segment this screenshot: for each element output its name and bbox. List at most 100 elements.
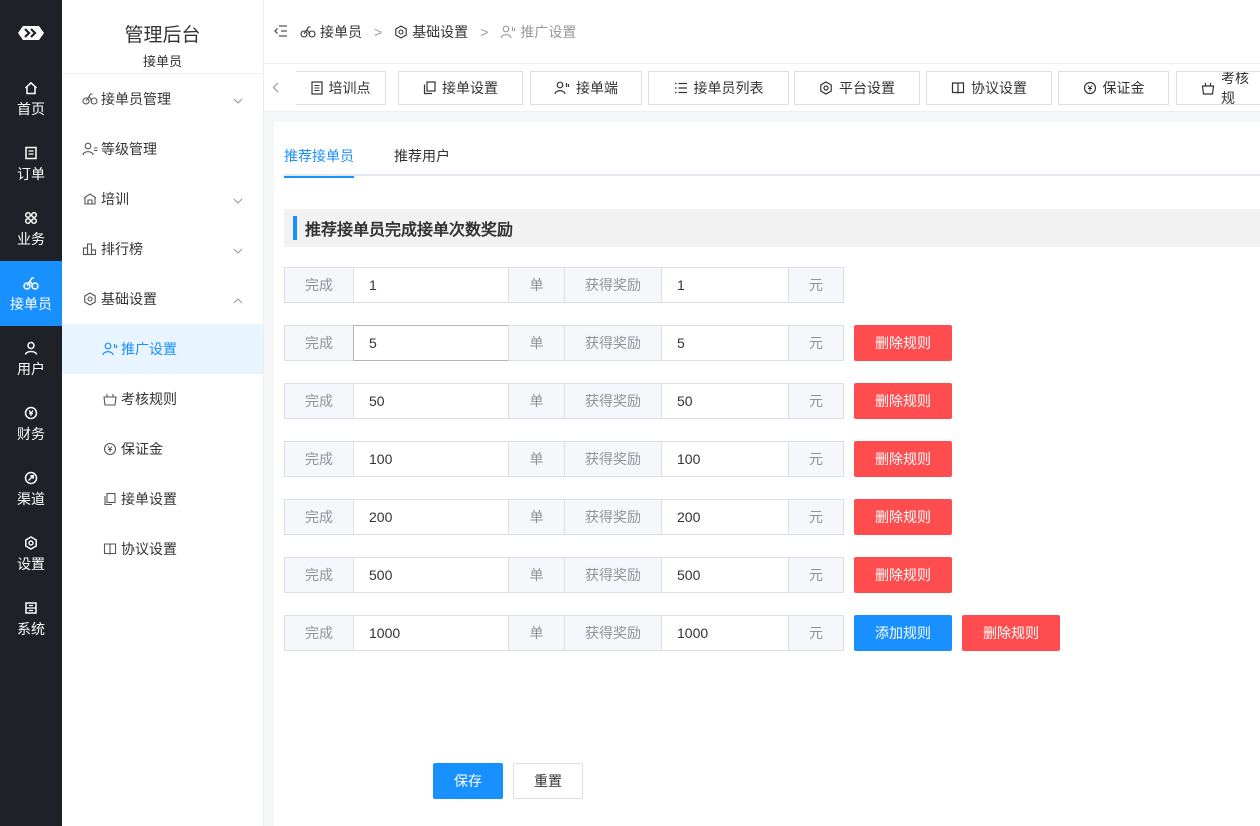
reward-input[interactable]: 1 (661, 267, 789, 303)
tag-agreement-settings[interactable]: 协议设置 (926, 71, 1052, 105)
breadcrumb-separator: > (480, 24, 489, 40)
rail-item-label: 首页 (17, 100, 45, 117)
tag-order-settings[interactable]: 接单设置 (398, 71, 523, 105)
sidebar-item-assessment-rules[interactable]: 考核规则 (62, 374, 263, 424)
tabs: 推荐接单员 推荐用户 (284, 140, 1260, 178)
business-icon (24, 209, 38, 227)
orders-input[interactable]: 50 (353, 383, 509, 419)
section-title: 推荐接单员完成接单次数奖励 (305, 222, 514, 239)
rail-item-business[interactable]: 业务 (0, 196, 62, 261)
reward-input[interactable]: 100 (661, 441, 789, 477)
finance-icon (24, 404, 38, 422)
unit-label: 单 (508, 325, 565, 361)
tag-label: 协议设置 (971, 80, 1027, 96)
delete-rule-button[interactable]: 删除规则 (854, 499, 952, 535)
breadcrumb-item[interactable]: 基础设置 (394, 22, 468, 42)
content-area: 推荐接单员 推荐用户 推荐接单员完成接单次数奖励 完成 1 单 获得奖励 1 元… (264, 112, 1260, 826)
book-icon (951, 81, 965, 95)
sidebar-item-training[interactable]: 培训 (62, 174, 263, 224)
system-icon (24, 599, 38, 617)
reward-input[interactable]: 500 (661, 557, 789, 593)
reward-input[interactable]: 1000 (661, 615, 789, 651)
reward-input[interactable]: 5 (661, 325, 789, 361)
sidebar-item-label: 培训 (101, 191, 129, 207)
assessment-icon (1201, 81, 1215, 95)
sidebar-item-basic-settings[interactable]: 基础设置 (62, 274, 263, 324)
tag-training-point[interactable]: 培训点 (296, 71, 386, 105)
rail-item-home[interactable]: 首页 (0, 66, 62, 131)
sidebar-item-courier-management[interactable]: 接单员管理 (62, 74, 263, 124)
delete-rule-button[interactable]: 删除规则 (854, 441, 952, 477)
rail-item-label: 财务 (17, 425, 45, 442)
reward-input[interactable]: 200 (661, 499, 789, 535)
orders-input[interactable]: 200 (353, 499, 509, 535)
currency-label: 元 (788, 383, 844, 419)
settings-icon (394, 25, 408, 39)
tag-assessment-rules[interactable]: 考核规 (1176, 71, 1260, 105)
add-rule-button[interactable]: 添加规则 (854, 615, 952, 651)
sidebar-item-label: 接单设置 (121, 491, 177, 507)
breadcrumb-label: 推广设置 (520, 24, 577, 40)
delete-rule-button[interactable]: 删除规则 (854, 383, 952, 419)
logo[interactable] (0, 0, 62, 66)
reward-input[interactable]: 50 (661, 383, 789, 419)
delete-rule-button[interactable]: 删除规则 (854, 557, 952, 593)
sidebar-item-promotion-settings[interactable]: 推广设置 (62, 324, 263, 374)
rail-item-label: 渠道 (17, 490, 45, 507)
sidebar-item-agreement-settings[interactable]: 协议设置 (62, 524, 263, 574)
tag-courier-list[interactable]: 接单员列表 (648, 71, 789, 105)
orders-input[interactable]: 1 (353, 267, 509, 303)
reward-label: 获得奖励 (564, 499, 662, 535)
breadcrumb: 接单员 > 基础设置 > 推广设置 (300, 22, 576, 42)
chevron-up-icon (233, 291, 243, 307)
document-icon (310, 81, 323, 95)
rail-item-label: 用户 (17, 360, 45, 377)
reward-label: 获得奖励 (564, 557, 662, 593)
scroll-left-icon[interactable] (272, 80, 279, 96)
order-icon (24, 144, 38, 162)
orders-input[interactable]: 5 (353, 325, 509, 361)
tab-recommend-user[interactable]: 推荐用户 (394, 146, 450, 176)
delete-rule-button[interactable]: 删除规则 (854, 325, 952, 361)
orders-input[interactable]: 100 (353, 441, 509, 477)
rail-item-system[interactable]: 系统 (0, 586, 62, 651)
rail-item-users[interactable]: 用户 (0, 326, 62, 391)
complete-label: 完成 (284, 557, 354, 593)
tab-recommend-courier[interactable]: 推荐接单员 (284, 146, 354, 178)
tag-label: 保证金 (1102, 80, 1145, 96)
save-button[interactable]: 保存 (433, 763, 503, 799)
promotion-user-icon (102, 341, 118, 357)
rail-item-finance[interactable]: 财务 (0, 391, 62, 456)
sidebar-item-level-management[interactable]: 等级管理 (62, 124, 263, 174)
orders-input[interactable]: 500 (353, 557, 509, 593)
menu-fold-icon[interactable] (274, 24, 288, 40)
training-icon (82, 191, 98, 207)
tag-deposit[interactable]: 保证金 (1058, 71, 1169, 105)
breadcrumb-item[interactable]: 接单员 (300, 22, 362, 42)
rail-item-courier[interactable]: 接单员 (0, 261, 62, 326)
rail-item-channel[interactable]: 渠道 (0, 456, 62, 521)
tag-platform-settings[interactable]: 平台设置 (794, 71, 920, 105)
tag-label: 接单员列表 (693, 80, 764, 96)
sidebar-item-deposit[interactable]: 保证金 (62, 424, 263, 474)
orders-input[interactable]: 1000 (353, 615, 509, 651)
rail-item-label: 订单 (17, 165, 45, 182)
sidebar-item-order-settings[interactable]: 接单设置 (62, 474, 263, 524)
rail-item-orders[interactable]: 订单 (0, 131, 62, 196)
tag-courier-client[interactable]: 接单端 (530, 71, 642, 105)
book-icon (102, 541, 118, 557)
reset-button[interactable]: 重置 (513, 763, 583, 799)
main-nav-rail: 首页 订单 业务 接单员 用户 财务 渠道 设置 系统 (0, 0, 62, 826)
user-icon (24, 339, 38, 357)
order-settings-icon (423, 81, 436, 95)
rail-item-label: 设置 (17, 555, 45, 572)
currency-label: 元 (788, 441, 844, 477)
rail-item-settings[interactable]: 设置 (0, 521, 62, 586)
admin-title: 管理后台 (124, 25, 201, 46)
reward-label: 获得奖励 (564, 615, 662, 651)
sidebar-item-leaderboard[interactable]: 排行榜 (62, 224, 263, 274)
settings-icon (24, 534, 38, 552)
complete-label: 完成 (284, 325, 354, 361)
unit-label: 单 (508, 499, 565, 535)
delete-rule-button[interactable]: 删除规则 (962, 615, 1060, 651)
